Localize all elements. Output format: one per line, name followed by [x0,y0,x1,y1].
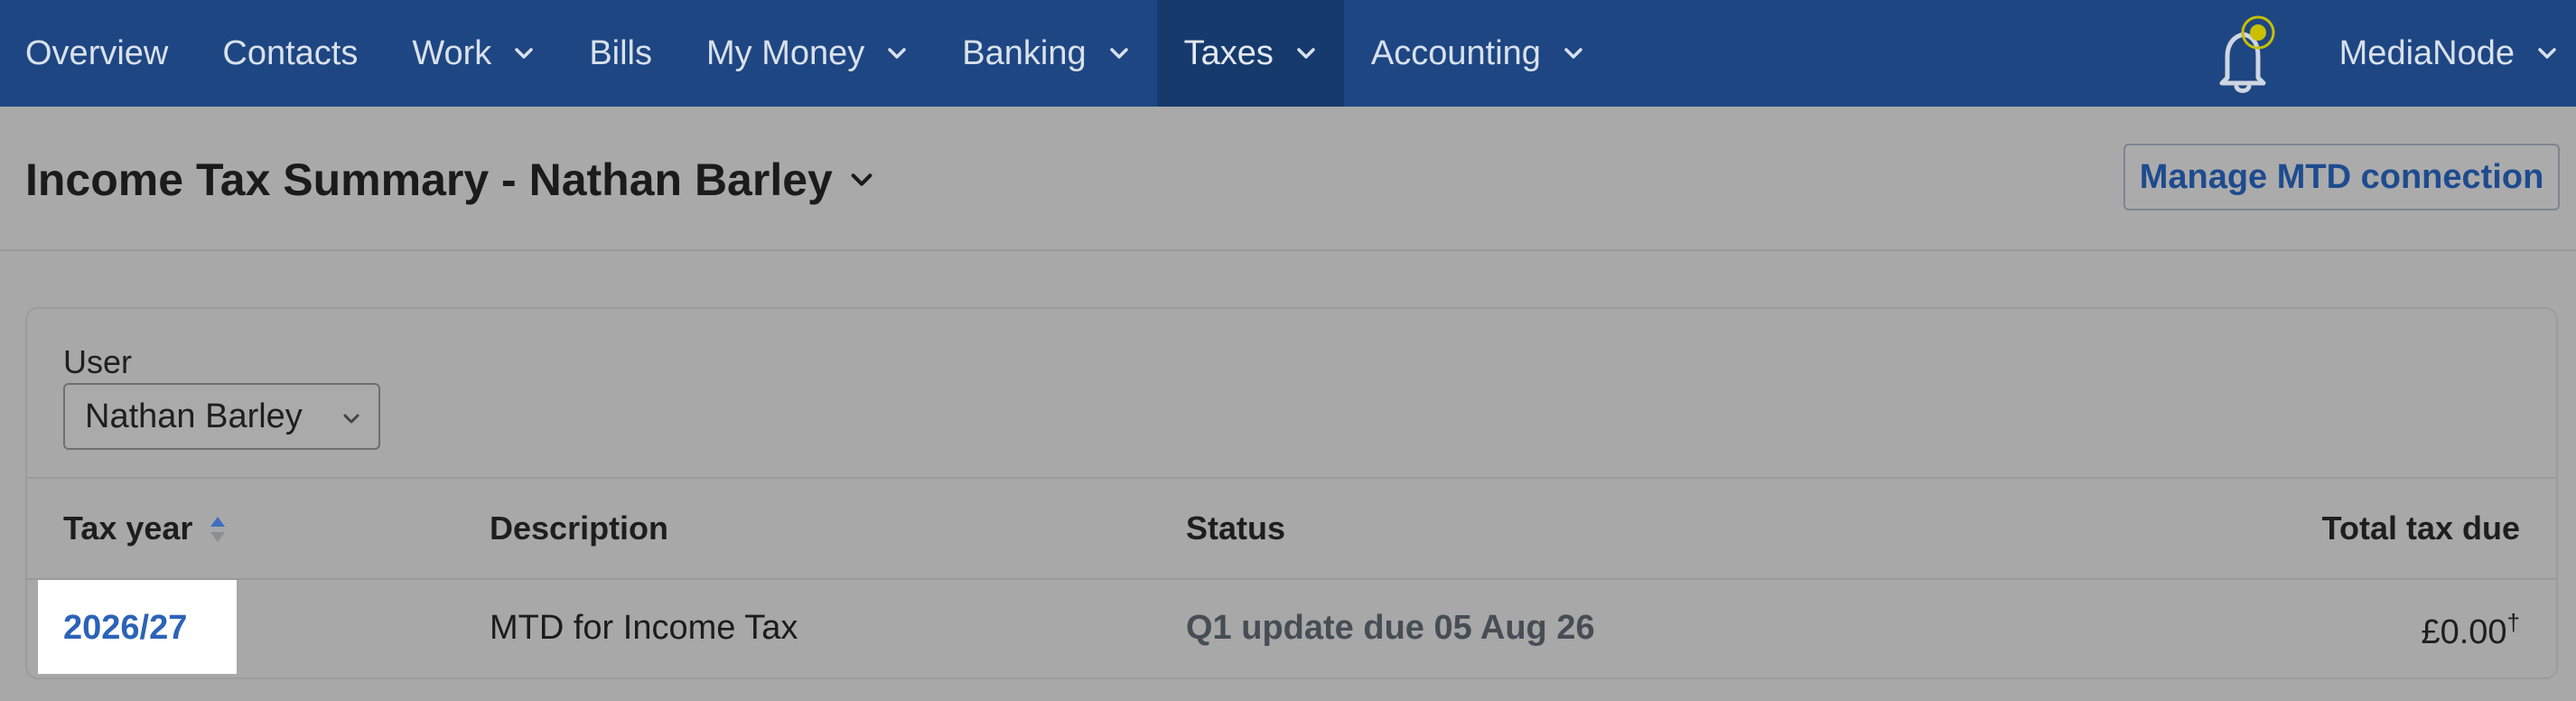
nav-contacts[interactable]: Contacts [195,0,385,107]
tax-summary-card: User Nathan Barley Tax year Description … [25,307,2558,679]
manage-mtd-connection-button[interactable]: Manage MTD connection [2123,144,2560,210]
sort-icon[interactable] [208,513,228,546]
nav-taxes[interactable]: Taxes [1156,0,1344,107]
nav-right-group: MediaNode [2206,0,2576,107]
row-total-tax-due: £0.00† [2421,609,2520,652]
nav-my-money-label: My Money [706,33,865,72]
nav-bills-label: Bills [589,33,652,72]
top-navigation: Overview Contacts Work Bills My Money Ba… [0,0,2576,107]
chevron-down-icon [1564,48,1582,59]
nav-work[interactable]: Work [385,0,562,107]
page-header: Income Tax Summary - Nathan Barley Manag… [0,107,2576,251]
column-header-status: Status [1186,509,1286,547]
nav-banking-label: Banking [962,33,1087,72]
user-select[interactable]: Nathan Barley [63,383,380,450]
nav-taxes-label: Taxes [1183,33,1274,72]
nav-bills[interactable]: Bills [562,0,679,107]
chevron-down-icon [888,48,907,59]
page-title: Income Tax Summary - Nathan Barley [25,154,833,205]
nav-accounting[interactable]: Accounting [1344,0,1611,107]
row-status: Q1 update due 05 Aug 26 [1186,609,1595,647]
user-filter-label: User [63,343,133,380]
dagger-footnote-marker: † [2506,609,2520,636]
chevron-down-icon [851,173,873,186]
nav-work-label: Work [412,33,492,72]
row-description: MTD for Income Tax [490,609,798,647]
chevron-down-icon [343,414,359,424]
chevron-down-icon [1109,48,1128,59]
total-amount: £0.00 [2421,613,2507,651]
column-header-description: Description [490,509,669,547]
nav-contacts-label: Contacts [222,33,359,72]
column-header-tax-year[interactable]: Tax year [63,509,192,547]
nav-banking[interactable]: Banking [935,0,1156,107]
chevron-down-icon [2538,48,2556,59]
divider [27,578,2556,580]
user-select-value: Nathan Barley [85,397,303,435]
account-menu[interactable]: MediaNode [2339,34,2576,73]
nav-overview-label: Overview [25,33,169,72]
nav-overview[interactable]: Overview [0,0,195,107]
account-label: MediaNode [2338,33,2515,72]
tax-year-link[interactable]: 2026/27 [63,609,187,648]
column-header-total-tax-due: Total tax due [2321,509,2520,547]
nav-my-money[interactable]: My Money [679,0,935,107]
chevron-down-icon [515,48,534,59]
divider [27,477,2556,479]
chevron-down-icon [1297,48,1315,59]
nav-accounting-label: Accounting [1370,33,1541,72]
bell-icon[interactable] [2206,14,2278,96]
page-title-dropdown[interactable]: Income Tax Summary - Nathan Barley [25,154,874,206]
